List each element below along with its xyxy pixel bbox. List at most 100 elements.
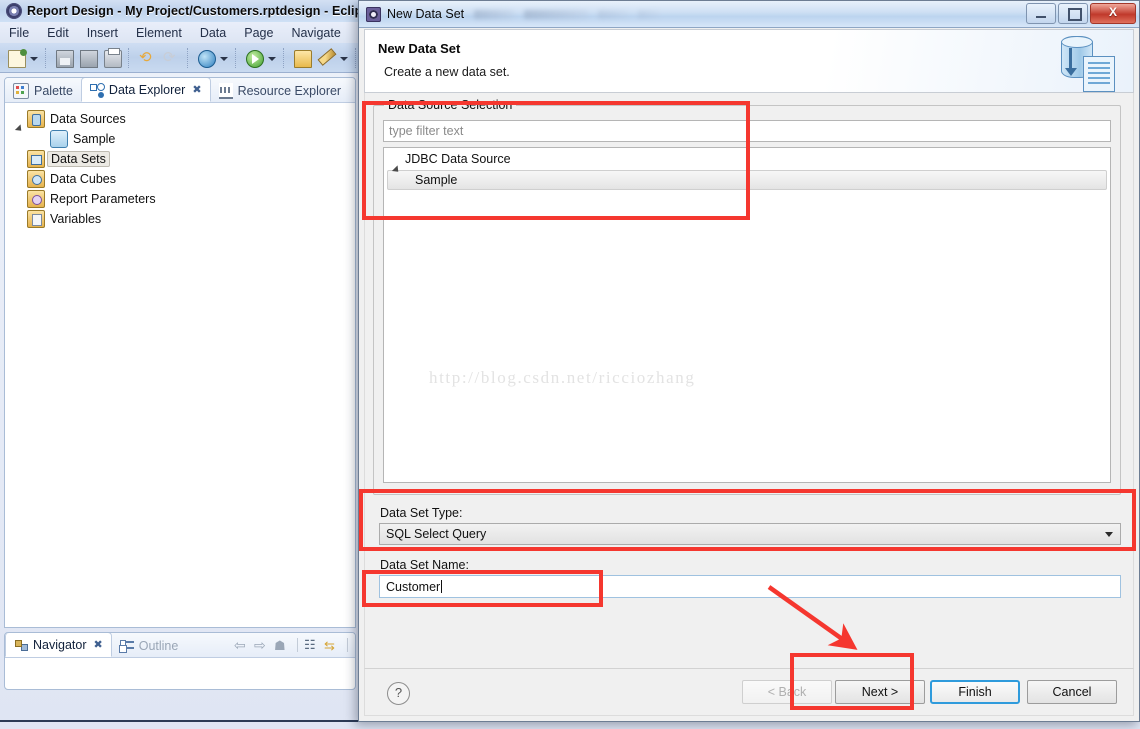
toolbar-separator: [235, 47, 238, 68]
data-source-tree[interactable]: JDBC Data Source Sample: [383, 147, 1111, 483]
close-icon[interactable]: ✖: [94, 638, 103, 651]
eclipse-icon: [6, 3, 22, 19]
tree-item-data-sets[interactable]: Data Sets: [5, 149, 355, 169]
back-arrow-icon[interactable]: ⇦: [234, 637, 251, 654]
data-set-name-label: Data Set Name:: [380, 558, 469, 572]
back-button[interactable]: < Back: [742, 680, 832, 704]
tab-outline-label: Outline: [138, 638, 179, 653]
edit-pen-icon[interactable]: [315, 47, 337, 69]
redacted-title-text: [598, 9, 629, 19]
link-with-editor-icon[interactable]: ⇆: [324, 637, 341, 654]
chevron-down-icon[interactable]: [28, 47, 39, 69]
new-document-icon[interactable]: [5, 47, 27, 69]
tab-navigator[interactable]: Navigator ✖: [5, 633, 112, 657]
tree-item-data-sources[interactable]: Data Sources: [5, 109, 355, 129]
palette-icon: [13, 82, 29, 99]
tab-navigator-label: Navigator: [33, 637, 87, 652]
menu-item-element[interactable]: Element: [127, 24, 191, 42]
save-icon[interactable]: [53, 47, 75, 69]
navigator-content-row: [5, 658, 355, 670]
data-explorer-view: Palette Data Explorer ✖ Resource Explore…: [4, 77, 356, 628]
data-set-type-value: SQL Select Query: [386, 527, 487, 541]
data-set-name-value: Customer: [386, 580, 441, 594]
data-set-name-input[interactable]: Customer: [379, 575, 1121, 598]
filter-input[interactable]: type filter text: [383, 120, 1111, 142]
data-cubes-icon: [27, 170, 45, 188]
close-icon[interactable]: ✖: [192, 83, 201, 96]
tree-item-variables[interactable]: Variables: [5, 209, 355, 229]
dialog-titlebar: New Data Set: [359, 1, 1139, 28]
dialog-window-buttons: [1026, 3, 1136, 24]
tree-item-sample[interactable]: Sample: [387, 170, 1107, 190]
redacted-title-text: [638, 9, 661, 19]
print-icon[interactable]: [101, 47, 123, 69]
eclipse-window-title: Report Design - My Project/Customers.rpt…: [27, 4, 377, 18]
new-data-set-icon: [366, 6, 381, 22]
chevron-down-icon[interactable]: [266, 47, 277, 69]
toolbar-separator: [297, 638, 298, 652]
data-explorer-icon: [89, 82, 105, 97]
tree-item-label: Sample: [415, 173, 458, 187]
tree-item-data-cubes[interactable]: Data Cubes: [5, 169, 355, 189]
tree-item-label: Data Sets: [47, 151, 110, 167]
undo-icon[interactable]: ⟲: [136, 47, 158, 69]
run-icon[interactable]: [243, 47, 265, 69]
tree-item-label: Data Sources: [50, 112, 126, 126]
data-set-type-select[interactable]: SQL Select Query: [379, 523, 1121, 545]
data-set-type-label: Data Set Type:: [380, 506, 463, 520]
dialog-header-title: New Data Set: [378, 41, 461, 56]
report-parameters-icon: [27, 190, 45, 208]
menu-item-file[interactable]: File: [0, 24, 38, 42]
data-sources-icon: [27, 110, 45, 128]
chevron-down-icon[interactable]: [338, 47, 349, 69]
redo-icon[interactable]: ⟳: [160, 47, 182, 69]
menu-item-page[interactable]: Page: [235, 24, 282, 42]
toolbar-separator: [187, 47, 190, 68]
tab-palette[interactable]: Palette: [5, 79, 81, 102]
outline-icon: [119, 639, 134, 653]
tab-resource-explorer-label: Resource Explorer: [237, 83, 342, 98]
tab-data-explorer[interactable]: Data Explorer ✖: [80, 78, 211, 102]
database-to-document-icon: [1057, 34, 1121, 92]
dialog-header: New Data Set Create a new data set.: [364, 29, 1134, 93]
redacted-title-text: [474, 9, 515, 19]
cancel-button[interactable]: Cancel: [1027, 680, 1117, 704]
tree-item-sample[interactable]: Sample: [5, 129, 355, 149]
menu-item-data[interactable]: Data: [191, 24, 235, 42]
close-button[interactable]: [1090, 3, 1136, 24]
navigator-icon: [14, 637, 28, 652]
tab-data-explorer-label: Data Explorer: [108, 82, 186, 97]
tree-item-report-parameters[interactable]: Report Parameters: [5, 189, 355, 209]
data-explorer-tree: Data Sources Sample Data Sets Data Cubes…: [5, 103, 355, 229]
collapse-all-icon[interactable]: ☷: [304, 637, 321, 654]
chevron-down-icon[interactable]: [218, 47, 229, 69]
datasource-sample-icon: [50, 130, 68, 148]
toolbar-separator: [283, 47, 286, 68]
help-button[interactable]: ?: [387, 682, 410, 705]
open-folder-icon[interactable]: [291, 47, 313, 69]
forward-arrow-icon[interactable]: ⇨: [254, 637, 271, 654]
tree-item-label: Report Parameters: [50, 192, 156, 206]
menu-item-edit[interactable]: Edit: [38, 24, 78, 42]
preview-web-icon[interactable]: [195, 47, 217, 69]
toolbar-separator: [128, 47, 131, 68]
menu-item-navigate[interactable]: Navigate: [282, 24, 349, 42]
maximize-button[interactable]: [1058, 3, 1088, 24]
home-icon[interactable]: ☗: [274, 637, 291, 654]
dialog-footer: ? < Back Next > Finish Cancel: [364, 668, 1134, 716]
tab-palette-label: Palette: [34, 83, 73, 98]
tree-item-label: JDBC Data Source: [405, 152, 511, 166]
finish-button[interactable]: Finish: [930, 680, 1020, 704]
chevron-down-icon[interactable]: [1105, 532, 1113, 537]
data-source-selection-group: Data Source Selection type filter text J…: [373, 98, 1121, 495]
variables-icon: [27, 210, 45, 228]
menu-item-insert[interactable]: Insert: [78, 24, 127, 42]
toolbar-separator: [45, 47, 48, 68]
resource-explorer-icon: [218, 82, 233, 99]
next-button[interactable]: Next >: [835, 680, 925, 704]
tab-outline[interactable]: Outline: [112, 634, 187, 657]
tab-resource-explorer[interactable]: Resource Explorer: [211, 79, 350, 102]
tree-item-jdbc-data-source[interactable]: JDBC Data Source: [384, 148, 1110, 170]
save-all-icon[interactable]: [77, 47, 99, 69]
minimize-button[interactable]: [1026, 3, 1056, 24]
